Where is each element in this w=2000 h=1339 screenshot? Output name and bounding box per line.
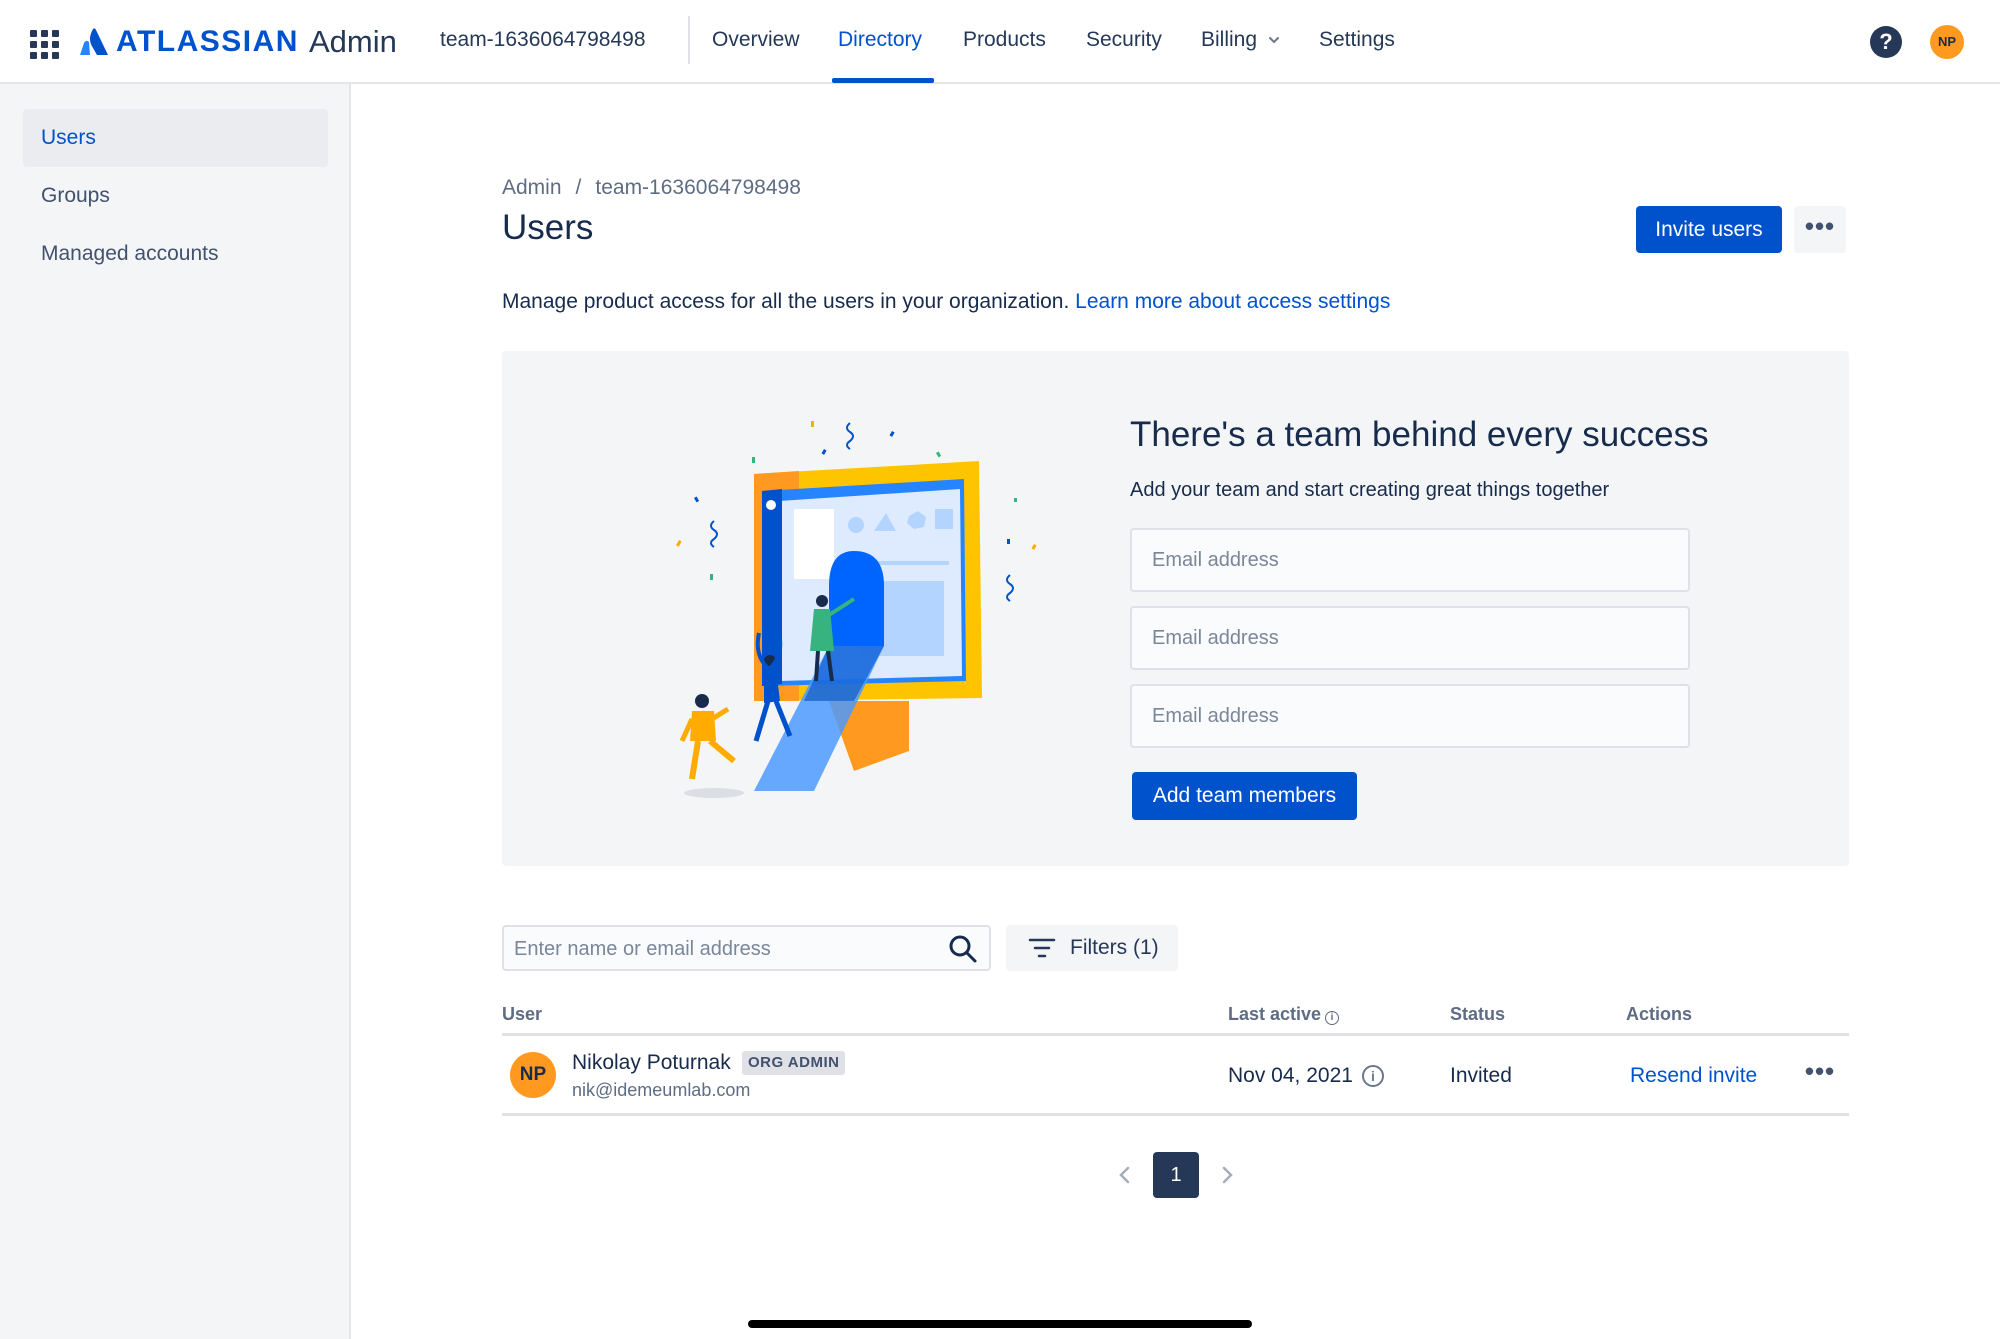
description-text: Manage product access for all the users … [502, 290, 1070, 313]
search-icon[interactable] [948, 934, 978, 964]
top-navigation: ATLASSIAN Admin team-1636064798498 Overv… [0, 0, 2000, 84]
sidebar-item-managed-accounts[interactable]: Managed accounts [23, 225, 328, 283]
nav-settings[interactable]: Settings [1319, 28, 1395, 52]
column-header-actions: Actions [1626, 1004, 1693, 1024]
breadcrumb-admin[interactable]: Admin [502, 176, 562, 199]
nav-billing[interactable]: Billing [1201, 28, 1257, 52]
page-title: Users [502, 208, 594, 247]
sidebar: Users Groups Managed accounts [0, 84, 351, 1339]
sidebar-item-users[interactable]: Users [23, 109, 328, 167]
profile-avatar[interactable]: NP [1930, 25, 1964, 59]
learn-more-link[interactable]: Learn more about access settings [1075, 290, 1390, 313]
breadcrumb-separator: / [575, 176, 582, 199]
chevron-left-icon[interactable] [1114, 1162, 1136, 1188]
last-active-value: Nov 04, 2021 [1228, 1064, 1353, 1087]
column-header-user: User [502, 1004, 543, 1024]
org-switcher[interactable]: team-1636064798498 [440, 28, 646, 52]
avatar: NP [510, 1052, 556, 1098]
filters-button[interactable]: Filters (1) [1006, 925, 1178, 971]
search-input[interactable] [514, 935, 934, 963]
user-search [502, 925, 991, 971]
panel-subtitle: Add your team and start creating great t… [1130, 479, 1610, 501]
nav-overview[interactable]: Overview [712, 28, 800, 52]
active-nav-indicator [832, 78, 934, 83]
atlassian-admin-logo[interactable]: ATLASSIAN Admin [80, 22, 397, 62]
team-illustration [676, 421, 1037, 798]
info-icon[interactable]: i [1325, 1011, 1340, 1025]
breadcrumb: Admin / team-1636064798498 [502, 176, 801, 200]
row-more-actions-button[interactable]: ••• [1800, 1054, 1840, 1094]
page-button-current[interactable]: 1 [1153, 1152, 1199, 1198]
resend-invite-link[interactable]: Resend invite [1630, 1064, 1757, 1088]
brand-wordmark: ATLASSIAN [116, 25, 299, 58]
email-field-3[interactable] [1130, 684, 1690, 748]
page-description: Manage product access for all the users … [502, 290, 1390, 314]
filter-icon [1028, 938, 1056, 958]
email-field-1[interactable] [1130, 528, 1690, 592]
row-divider [502, 1113, 1849, 1116]
breadcrumb-org[interactable]: team-1636064798498 [595, 176, 801, 199]
status-value: Invited [1450, 1064, 1512, 1087]
nav-security[interactable]: Security [1086, 28, 1162, 52]
more-actions-button[interactable]: ••• [1794, 206, 1846, 253]
invite-users-button[interactable]: Invite users [1636, 206, 1782, 253]
add-team-members-button[interactable]: Add team members [1132, 772, 1357, 820]
info-icon[interactable]: i [1362, 1065, 1384, 1087]
email-field-2[interactable] [1130, 606, 1690, 670]
header-divider [502, 1033, 1849, 1036]
atlassian-logo-icon [80, 28, 108, 55]
nav-directory[interactable]: Directory [838, 28, 922, 52]
filters-label: Filters (1) [1070, 936, 1159, 959]
org-admin-badge: ORG ADMIN [742, 1051, 846, 1075]
chevron-down-icon[interactable] [1268, 34, 1280, 46]
chevron-right-icon[interactable] [1216, 1162, 1238, 1188]
nav-products[interactable]: Products [963, 28, 1046, 52]
column-header-status: Status [1450, 1004, 1506, 1024]
add-team-panel: There's a team behind every success Add … [502, 351, 1849, 866]
last-active-label: Last active [1228, 1004, 1322, 1024]
panel-title: There's a team behind every success [1130, 415, 1709, 454]
sidebar-item-groups[interactable]: Groups [23, 167, 328, 225]
user-name[interactable]: Nikolay Poturnak [572, 1051, 731, 1075]
home-indicator [748, 1320, 1252, 1328]
user-email: nik@idemeumlab.com [572, 1080, 751, 1100]
nav-divider [688, 16, 690, 64]
column-header-last-active: Last active i [1228, 1004, 1340, 1025]
help-icon[interactable]: ? [1870, 26, 1902, 58]
app-switcher-icon[interactable] [28, 28, 59, 59]
product-name: Admin [308, 24, 397, 59]
